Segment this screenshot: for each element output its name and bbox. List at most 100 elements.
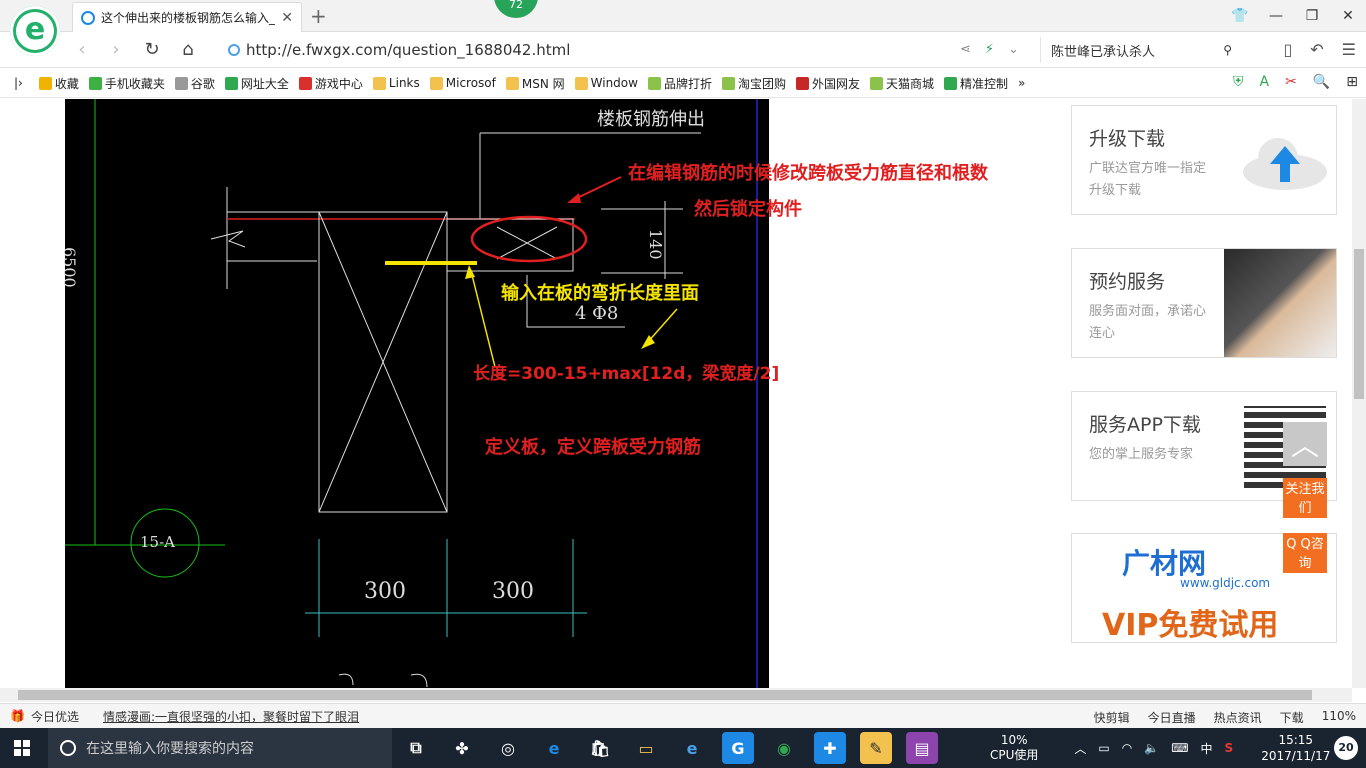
windows-start-icon[interactable] bbox=[14, 740, 30, 756]
clipboard-app-icon[interactable]: ▤ bbox=[906, 732, 938, 764]
bookmark-item[interactable]: Window bbox=[574, 75, 638, 92]
remote-tool-icon[interactable]: ✚ bbox=[814, 732, 846, 764]
card-desc: 广联达官方唯一指定升级下载 bbox=[1089, 161, 1207, 198]
restore-button[interactable]: ❐ bbox=[1294, 0, 1330, 32]
ad-slogan: VIP免费试用 bbox=[1102, 608, 1279, 643]
browser-360-icon[interactable]: ◉ bbox=[768, 732, 800, 764]
keyboard-icon[interactable]: ⌨ bbox=[1171, 741, 1188, 755]
wifi-icon[interactable]: ◠ bbox=[1122, 741, 1132, 755]
search-box[interactable]: 陈世峰已承认杀人 ⚲ bbox=[1040, 37, 1240, 63]
action-center-badge[interactable]: 20 bbox=[1334, 736, 1358, 760]
magnifier-icon[interactable]: 🔍 bbox=[1313, 74, 1330, 90]
mobile-icon[interactable]: ▯ bbox=[1283, 40, 1292, 59]
close-window-button[interactable]: ✕ bbox=[1330, 0, 1366, 32]
battery-icon[interactable]: ▭ bbox=[1098, 741, 1109, 755]
menu-icon[interactable]: ☰ bbox=[1342, 40, 1356, 59]
browser-logo[interactable]: e bbox=[10, 6, 60, 56]
translate-icon[interactable]: A bbox=[1260, 74, 1270, 90]
sogou-icon[interactable]: S bbox=[1225, 741, 1234, 755]
vertical-scroll-thumb[interactable] bbox=[1354, 249, 1364, 399]
back-button[interactable]: ‹ bbox=[70, 38, 94, 62]
notification-badge[interactable]: 72 bbox=[494, 0, 538, 18]
cpu-usage[interactable]: 10% CPU使用 bbox=[990, 733, 1038, 763]
bookmark-item[interactable]: MSN 网 bbox=[505, 75, 565, 92]
bookmark-label: 品牌打折 bbox=[663, 76, 712, 91]
hot-news[interactable]: 热点资讯 bbox=[1214, 709, 1262, 726]
new-tab-button[interactable]: + bbox=[310, 4, 327, 28]
bookmark-item[interactable]: 谷歌 bbox=[174, 75, 215, 92]
share-icon[interactable]: ⋖ bbox=[960, 42, 971, 57]
cortana-icon bbox=[60, 740, 76, 756]
url-text[interactable]: http://e.fwxgx.com/question_1688042.html bbox=[246, 41, 570, 59]
bookmark-label: 精准控制 bbox=[960, 76, 1009, 91]
task-view-icon[interactable]: ⧉ bbox=[400, 732, 432, 764]
tray-expand-icon[interactable]: ︿ bbox=[1074, 740, 1086, 757]
scissors-icon[interactable]: ✂ bbox=[1285, 74, 1297, 90]
bookmark-item[interactable]: Links bbox=[372, 75, 420, 92]
taskbar-search[interactable]: 在这里输入你要搜索的内容 bbox=[48, 728, 392, 768]
gift-icon: 🎁 bbox=[10, 709, 25, 723]
sidebar-toggle-icon[interactable]: |› bbox=[14, 76, 23, 90]
grid-icon[interactable]: ⊞ bbox=[1346, 74, 1358, 90]
address-bar[interactable]: http://e.fwxgx.com/question_1688042.html bbox=[222, 37, 1032, 63]
zoom-level[interactable]: 110% bbox=[1322, 709, 1356, 726]
shield-icon[interactable]: ⛨ bbox=[1233, 74, 1244, 90]
search-input[interactable]: 陈世峰已承认杀人 bbox=[1051, 41, 1155, 60]
minimize-button[interactable]: — bbox=[1258, 0, 1294, 32]
close-tab-icon[interactable]: ✕ bbox=[281, 10, 293, 26]
volume-icon[interactable]: 🔈 bbox=[1144, 741, 1159, 755]
today-picks[interactable]: 今日优选 bbox=[31, 708, 79, 725]
status-bar: 🎁 今日优选 情感漫画:一直很坚强的小扣，聚餐时留下了眼泪 快剪辑 今日直播 热… bbox=[0, 703, 1366, 728]
handshake-icon bbox=[1224, 249, 1336, 357]
spiral-app-icon[interactable]: ◎ bbox=[492, 732, 524, 764]
chevron-down-icon[interactable]: ⌄ bbox=[1008, 42, 1019, 57]
edge-icon[interactable]: e bbox=[538, 732, 570, 764]
card-upgrade-download[interactable]: 升级下载 广联达官方唯一指定升级下载 bbox=[1071, 105, 1337, 215]
dim-140-label: 140 bbox=[646, 229, 665, 260]
vertical-scrollbar[interactable] bbox=[1352, 99, 1366, 688]
bookmark-item[interactable]: Microsof bbox=[429, 75, 496, 92]
bookmark-item[interactable]: 收藏 bbox=[38, 75, 79, 92]
forward-button[interactable]: › bbox=[104, 38, 128, 62]
qq-consult-button[interactable]: Q Q咨询 bbox=[1283, 533, 1327, 573]
bookmark-item[interactable]: 精准控制 bbox=[944, 75, 1008, 92]
bookmark-label: Window bbox=[590, 76, 638, 90]
clock[interactable]: 15:15 2017/11/17 bbox=[1261, 732, 1330, 764]
fan-app-icon[interactable]: ✤ bbox=[446, 732, 478, 764]
shirt-skin-icon[interactable]: 👕 bbox=[1222, 0, 1258, 32]
bookmark-item[interactable]: 网址大全 bbox=[224, 75, 289, 92]
reload-button[interactable]: ↻ bbox=[140, 38, 164, 62]
download-item[interactable]: 下载 bbox=[1280, 709, 1304, 726]
bookmark-item[interactable]: 淘宝团购 bbox=[721, 75, 786, 92]
horizontal-scroll-thumb[interactable] bbox=[18, 690, 1312, 700]
bookmark-item[interactable]: 外国网友 bbox=[796, 75, 860, 92]
bookmark-item[interactable]: 手机收藏夹 bbox=[88, 75, 165, 92]
undo-icon[interactable]: ↶ bbox=[1310, 40, 1323, 59]
news-ticker[interactable]: 情感漫画:一直很坚强的小扣，聚餐时留下了眼泪 bbox=[103, 708, 359, 725]
notes-app-icon[interactable]: ✎ bbox=[860, 732, 892, 764]
folder-icon bbox=[574, 76, 588, 90]
annotation-define-slab: 定义板，定义跨板受力钢筋 bbox=[485, 437, 701, 458]
lightning-icon[interactable]: ⚡ bbox=[985, 42, 994, 57]
leaf-icon bbox=[647, 76, 661, 90]
search-icon[interactable]: ⚲ bbox=[1223, 43, 1232, 57]
file-explorer-icon[interactable]: ▭ bbox=[630, 732, 662, 764]
ie-icon[interactable]: e bbox=[676, 732, 708, 764]
annotation-edit-rebar: 在编辑钢筋的时候修改跨板受力筋直径和根数 bbox=[628, 163, 988, 184]
ime-indicator[interactable]: 中 bbox=[1201, 740, 1213, 757]
folder-icon bbox=[372, 76, 386, 90]
bookmark-item[interactable]: 品牌打折 bbox=[647, 75, 712, 92]
more-bookmarks-icon[interactable]: » bbox=[1018, 76, 1025, 90]
home-button[interactable]: ⌂ bbox=[176, 38, 200, 62]
live-today[interactable]: 今日直播 bbox=[1148, 709, 1196, 726]
back-to-top-button[interactable]: ︿ bbox=[1283, 422, 1327, 466]
bookmark-item[interactable]: 天猫商城 bbox=[870, 75, 934, 92]
browser-tab[interactable]: 这个伸出来的楼板钢筋怎么输入_ ✕ bbox=[72, 2, 302, 32]
bookmark-item[interactable]: 游戏中心 bbox=[298, 75, 363, 92]
horizontal-scrollbar[interactable] bbox=[0, 688, 1352, 702]
card-appointment-service[interactable]: 预约服务 服务面对面，承诺心连心 bbox=[1071, 248, 1337, 358]
glodon-icon[interactable]: G bbox=[722, 732, 754, 764]
follow-us-button[interactable]: 关注我们 bbox=[1283, 478, 1327, 518]
quick-edit[interactable]: 快剪辑 bbox=[1094, 709, 1130, 726]
store-icon[interactable]: 🛍 bbox=[584, 732, 616, 764]
